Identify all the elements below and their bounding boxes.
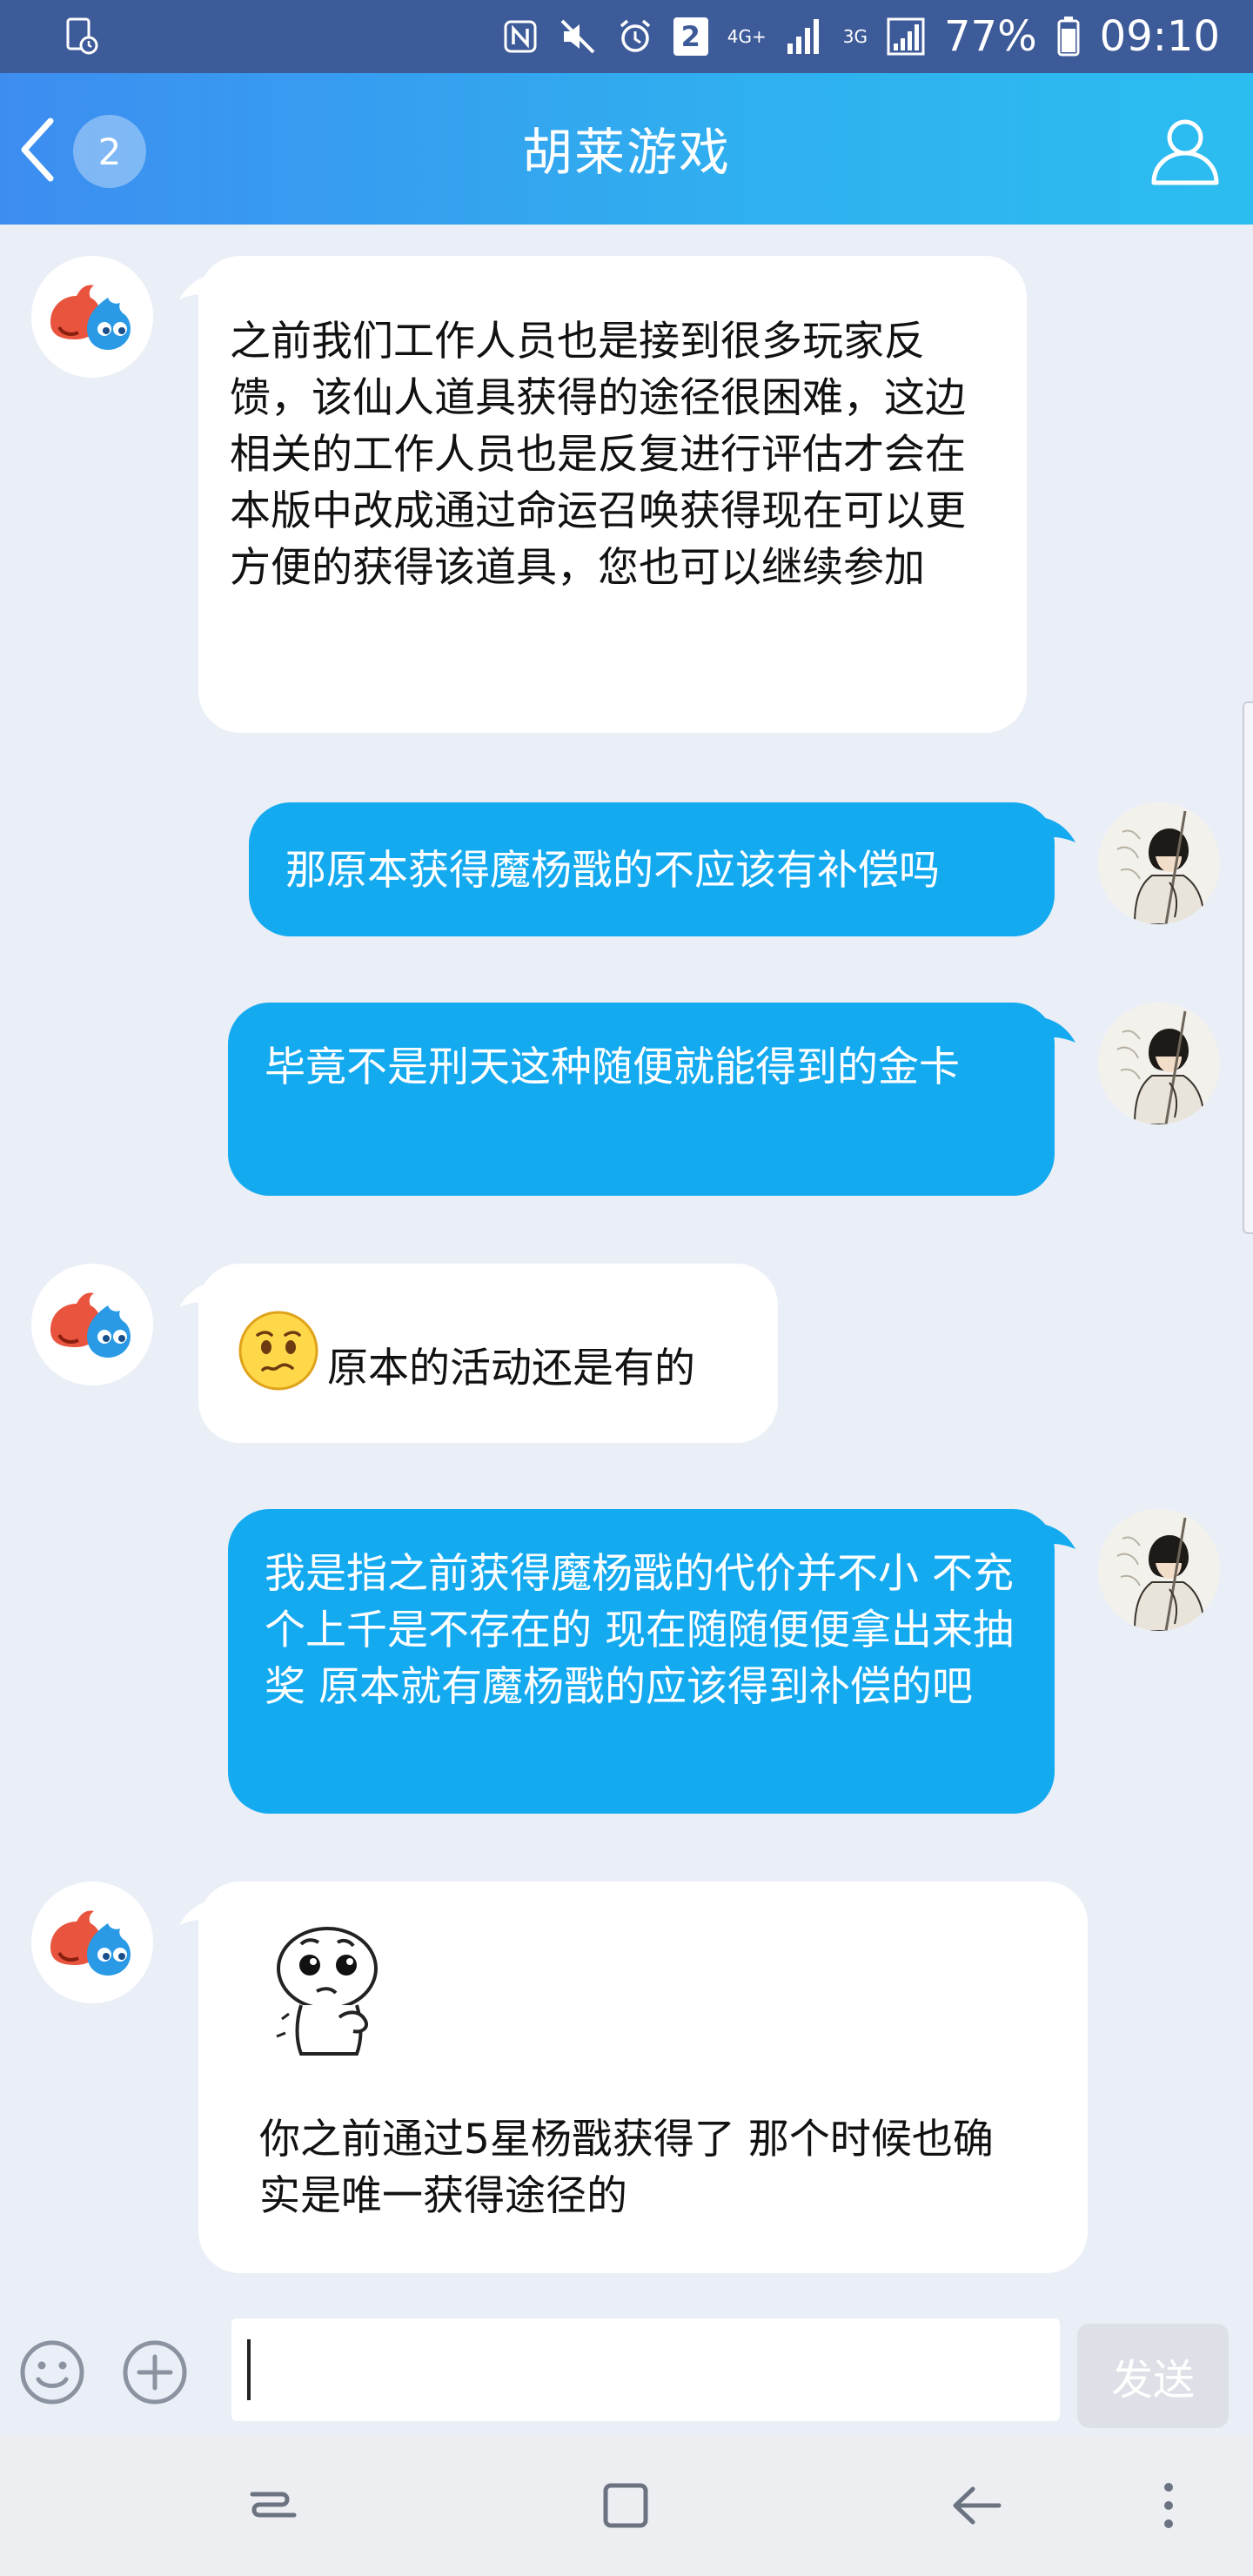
screenshot-notification-icon — [63, 17, 101, 56]
signal-2-icon — [887, 17, 925, 56]
message-text: 毕竟不是刑天这种随便就能得到的金卡 — [265, 1043, 960, 1091]
emoji-button[interactable] — [17, 2338, 87, 2407]
user-avatar[interactable] — [1098, 1509, 1220, 1631]
notification-count-label: 2 — [680, 20, 700, 53]
outgoing-message-bubble[interactable]: 毕竟不是刑天这种随便就能得到的金卡 — [228, 1003, 1055, 1196]
network-type-label: 4G+ — [727, 26, 767, 47]
outgoing-message-bubble[interactable]: 我是指之前获得魔杨戬的代价并不小 不充个上千是不存在的 现在随随便便拿出来抽奖 … — [228, 1509, 1055, 1814]
back-nav-button[interactable] — [938, 2466, 1016, 2545]
message-text: 那原本获得魔杨戬的不应该有补偿吗 — [285, 847, 940, 895]
game-avatar[interactable] — [31, 1264, 153, 1385]
user-avatar[interactable] — [1098, 802, 1220, 924]
message-text: 原本的活动还是有的 — [327, 1345, 695, 1392]
incoming-message-bubble[interactable]: 原本的活动还是有的 — [198, 1264, 778, 1443]
recent-apps-button[interactable] — [235, 2466, 313, 2545]
smiley-icon — [20, 2340, 84, 2405]
more-vertical-icon — [1164, 2483, 1173, 2528]
game-logo-icon — [31, 1882, 153, 2003]
game-logo-icon — [31, 1264, 153, 1385]
battery-icon — [1056, 17, 1081, 57]
notification-count-badge: 2 — [673, 17, 708, 56]
game-logo-icon — [31, 256, 153, 378]
system-navigation-bar — [0, 2435, 1253, 2576]
clock: 09:10 — [1099, 12, 1220, 61]
nfc-icon — [501, 17, 539, 56]
bubble-tail — [1037, 816, 1075, 842]
network-type-label-2: 3G — [842, 26, 868, 47]
message-composer: 发送 — [0, 2306, 1253, 2435]
user-avatar-image — [1098, 802, 1220, 924]
home-icon — [603, 2483, 648, 2528]
chat-message-list[interactable]: 之前我们工作人员也是接到很多玩家反馈，该仙人道具获得的途径很困难，这边相关的工作… — [0, 225, 1253, 2306]
alarm-icon — [616, 17, 654, 56]
chat-header: 2 胡莱游戏 — [0, 73, 1253, 225]
user-icon — [1151, 119, 1219, 185]
battery-percent: 77% — [943, 12, 1037, 61]
bubble-tail — [1037, 1523, 1075, 1549]
recent-apps-icon — [250, 2492, 297, 2518]
outgoing-message-bubble[interactable]: 那原本获得魔杨戬的不应该有补偿吗 — [249, 802, 1055, 936]
scrollbar[interactable] — [1243, 701, 1253, 1234]
confused-face-emoji — [238, 1311, 318, 1391]
chat-title: 胡莱游戏 — [521, 123, 731, 182]
incoming-message-bubble[interactable]: 之前我们工作人员也是接到很多玩家反馈，该仙人道具获得的途径很困难，这边相关的工作… — [198, 256, 1027, 733]
message-text: 之前我们工作人员也是接到很多玩家反馈，该仙人道具获得的途径很困难，这边相关的工作… — [230, 318, 966, 592]
message-text: 你之前通过5星杨戬获得了 那个时候也确实是唯一获得途径的 — [259, 2116, 994, 2220]
message-input[interactable] — [231, 2318, 1060, 2421]
signal-icon — [786, 17, 824, 56]
more-options-button[interactable] — [1129, 2466, 1208, 2545]
back-arrow-icon — [953, 2486, 1002, 2525]
user-avatar-image — [1098, 1003, 1220, 1124]
profile-button[interactable] — [1143, 108, 1227, 191]
incoming-message-bubble[interactable]: 你之前通过5星杨戬获得了 那个时候也确实是唯一获得途径的 — [198, 1882, 1088, 2273]
user-avatar[interactable] — [1098, 1003, 1220, 1124]
thinking-sticker — [276, 1927, 378, 2056]
plus-circle-icon — [123, 2340, 187, 2405]
mute-icon — [559, 17, 597, 56]
text-cursor — [247, 2339, 251, 2400]
user-avatar-image — [1098, 1509, 1220, 1631]
send-button[interactable]: 发送 — [1077, 2324, 1229, 2428]
bubble-tail — [1037, 1016, 1075, 1043]
game-avatar[interactable] — [31, 256, 153, 378]
status-bar: 2 4G+ 3G 77% 09:10 — [0, 0, 1253, 73]
home-button[interactable] — [586, 2466, 665, 2545]
message-text: 我是指之前获得魔杨戬的代价并不小 不充个上千是不存在的 现在随随便便拿出来抽奖 … — [265, 1550, 1014, 1711]
add-attachment-button[interactable] — [120, 2338, 190, 2407]
game-avatar[interactable] — [31, 1882, 153, 2003]
